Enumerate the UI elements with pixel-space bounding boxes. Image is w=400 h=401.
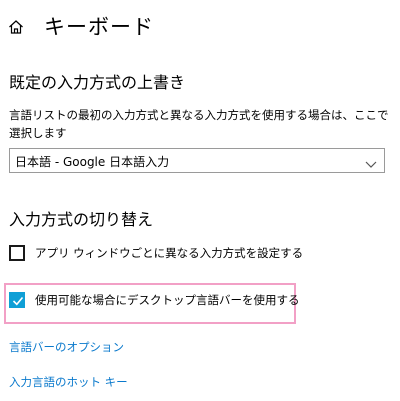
desktop-language-bar-option[interactable]: 使用可能な場合にデスクトップ言語バーを使用する <box>9 292 300 308</box>
input-language-hotkeys-link[interactable]: 入力言語のホット キー <box>9 374 128 390</box>
page-title: キーボード <box>44 15 154 39</box>
desktop-language-bar-label: 使用可能な場合にデスクトップ言語バーを使用する <box>35 293 300 307</box>
per-app-input-method-label: アプリ ウィンドウごとに異なる入力方式を設定する <box>35 246 304 260</box>
checkmark-icon <box>12 296 24 306</box>
per-app-input-method-checkbox[interactable] <box>9 245 25 261</box>
input-method-select[interactable]: 日本語 - Google 日本語入力 <box>9 148 385 173</box>
override-section-heading: 既定の入力方式の上書き <box>9 73 186 92</box>
home-icon[interactable] <box>8 19 24 35</box>
switch-section-heading: 入力方式の切り替え <box>9 210 154 229</box>
input-method-select-value: 日本語 - Google 日本語入力 <box>15 155 170 169</box>
desktop-language-bar-checkbox[interactable] <box>9 292 25 308</box>
chevron-down-icon <box>365 155 377 168</box>
keyboard-settings-page: キーボード 既定の入力方式の上書き 言語リストの最初の入力方式と異なる入力方式を… <box>0 0 400 401</box>
per-app-input-method-option[interactable]: アプリ ウィンドウごとに異なる入力方式を設定する <box>9 245 303 261</box>
language-bar-options-link[interactable]: 言語バーのオプション <box>9 339 124 355</box>
override-description: 言語リストの最初の入力方式と異なる入力方式を使用する場合は、ここで選択します <box>9 108 389 140</box>
